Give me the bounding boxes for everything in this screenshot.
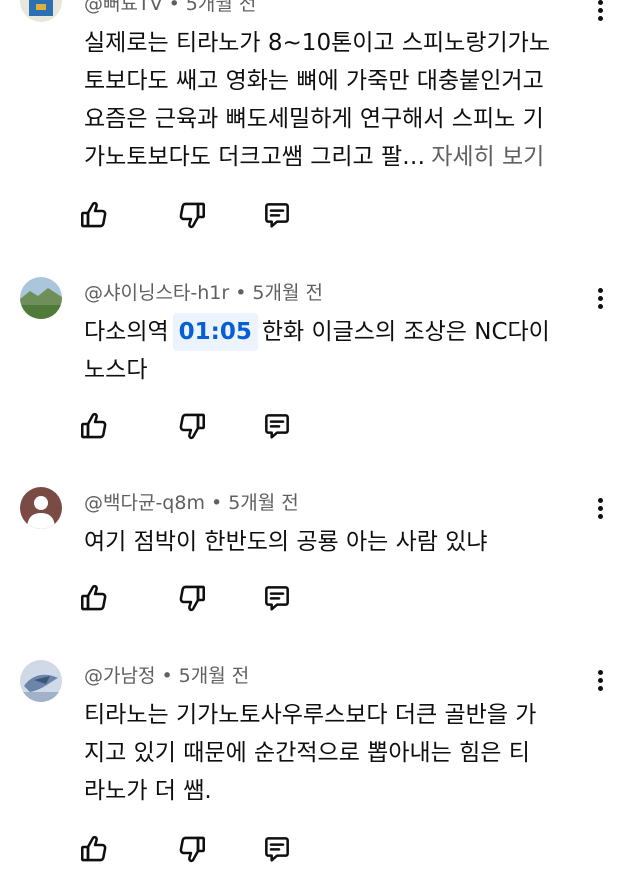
- comment-line: 요즘은 근육과 뼈도세밀하게 연구해서 스피노 기: [84, 106, 544, 132]
- thumbs-down-icon[interactable]: [176, 199, 208, 231]
- thumbs-down-icon[interactable]: [176, 833, 208, 865]
- reply-comment-icon[interactable]: [261, 410, 293, 442]
- comment-line-truncated: 가노토보다도 더크고쌤 그리고 팔…: [84, 144, 426, 170]
- comment-time: 5개월 전: [178, 665, 250, 687]
- comment-line: 실제로는 티라노가 8~10톤이고 스피노랑기가노: [84, 30, 550, 56]
- more-vert-icon[interactable]: [590, 664, 610, 696]
- comment-time: 5개월 전: [252, 282, 323, 304]
- more-vert-icon[interactable]: [590, 282, 610, 314]
- avatar[interactable]: [20, 277, 62, 319]
- comment-prefix: 다소의역: [84, 319, 169, 345]
- comment-suffix: 한화 이글스의 조상은 NC다이: [261, 319, 550, 345]
- avatar[interactable]: [20, 660, 62, 702]
- reply-comment-icon[interactable]: [261, 199, 293, 231]
- timestamp-link[interactable]: 01:05: [172, 313, 258, 351]
- comment-meta: @가남정 • 5개월 전: [84, 663, 249, 689]
- comment-author[interactable]: @샤이닝스타-h1r: [84, 282, 229, 304]
- comment-text: 여기 점박이 한반도의 공룡 아는 사람 있냐: [84, 523, 604, 561]
- comment-line: 티라노는 기가노토사우루스보다 더큰 골반을 가: [84, 702, 537, 728]
- comment-time: 5개월 전: [185, 0, 257, 15]
- read-more-link[interactable]: 자세히 보기: [431, 144, 544, 170]
- comment-meta: @샤이닝스타-h1r • 5개월 전: [84, 280, 323, 306]
- separator-dot: •: [235, 282, 247, 304]
- avatar[interactable]: [20, 0, 62, 22]
- avatar[interactable]: [20, 487, 62, 529]
- thumbs-down-icon[interactable]: [176, 582, 208, 614]
- comment-line: 노스다: [84, 357, 148, 383]
- comment-author[interactable]: @백다균-q8m: [84, 492, 205, 514]
- comment-author[interactable]: @가남정: [84, 665, 155, 687]
- comment-text: 티라노는 기가노토사우루스보다 더큰 골반을 가 지고 있기 때문에 순간적으로…: [84, 696, 604, 810]
- separator-dot: •: [168, 0, 180, 15]
- thumbs-up-icon[interactable]: [78, 199, 110, 231]
- thumbs-up-icon[interactable]: [78, 833, 110, 865]
- more-vert-icon[interactable]: [590, 492, 610, 524]
- comment-meta: @뻐됴TV • 5개월 전: [84, 0, 256, 17]
- comment-author[interactable]: @뻐됴TV: [84, 0, 163, 15]
- comment-text: 다소의역 01:05 한화 이글스의 조상은 NC다이 노스다: [84, 313, 604, 389]
- reply-comment-icon[interactable]: [261, 833, 293, 865]
- comment-line: 토보다도 쌔고 영화는 뼈에 가죽만 대충붙인거고: [84, 68, 544, 94]
- comment-meta: @백다균-q8m • 5개월 전: [84, 490, 299, 516]
- reply-comment-icon[interactable]: [261, 582, 293, 614]
- comment-text: 실제로는 티라노가 8~10톤이고 스피노랑기가노 토보다도 쌔고 영화는 뼈에…: [84, 24, 604, 176]
- comment-time: 5개월 전: [228, 492, 299, 514]
- comment-line: 지고 있기 때문에 순간적으로 뽑아내는 힘은 티: [84, 740, 530, 766]
- thumbs-down-icon[interactable]: [176, 410, 208, 442]
- more-vert-icon[interactable]: [590, 0, 610, 26]
- comment-line: 가노토보다도 더크고쌤 그리고 팔… 자세히 보기: [84, 138, 604, 176]
- thumbs-up-icon[interactable]: [78, 582, 110, 614]
- comment-line: 라노가 더 쌤.: [84, 778, 212, 804]
- comment-line: 다소의역 01:05 한화 이글스의 조상은 NC다이: [84, 313, 604, 351]
- separator-dot: •: [161, 665, 173, 687]
- comment-line: 여기 점박이 한반도의 공룡 아는 사람 있냐: [84, 529, 488, 555]
- separator-dot: •: [210, 492, 223, 514]
- thumbs-up-icon[interactable]: [78, 410, 110, 442]
